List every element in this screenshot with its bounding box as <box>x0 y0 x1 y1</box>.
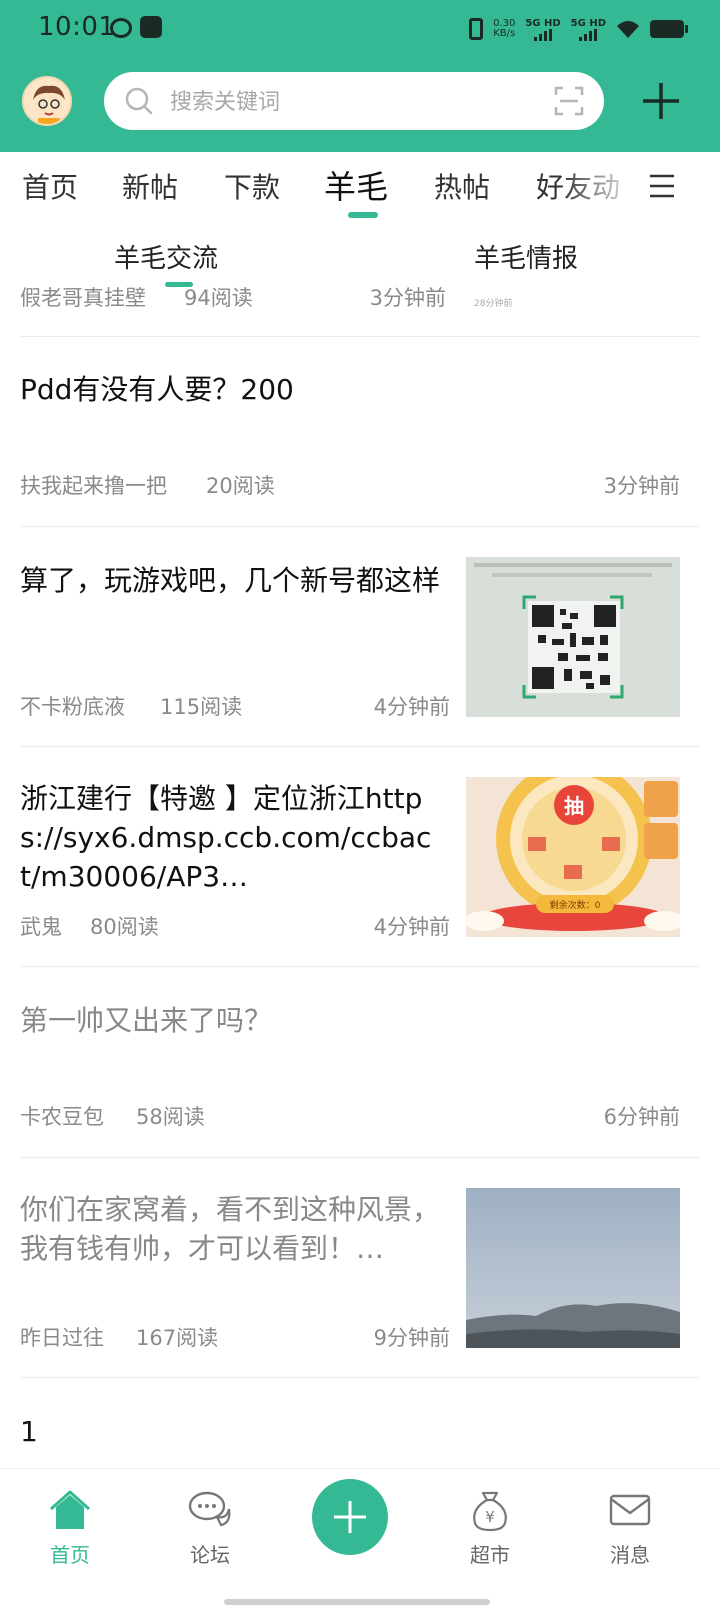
thumb-caption: 28分钟前 <box>474 299 513 309</box>
post-time: 4分钟前 <box>373 915 450 939</box>
post-title: 第一帅又出来了吗？ <box>20 1004 273 1037</box>
search-input[interactable] <box>168 82 532 122</box>
post-title: 你们在家窝着，看不到这种风景，我有钱有帅，才可以看到！… <box>20 1193 441 1265</box>
app-notification-icon <box>140 16 162 38</box>
nav-market-label: 超市 <box>470 1543 510 1567</box>
post-reads: 115阅读 <box>160 695 243 719</box>
wifi-icon <box>617 21 639 38</box>
bottom-nav: 首页 论坛 ¥ 超市 消息 <box>0 1468 720 1613</box>
post-reads: 20阅读 <box>206 474 275 498</box>
home-icon <box>49 1490 91 1529</box>
sub-tabs: 羊毛交流 羊毛情报 <box>0 224 720 287</box>
nav-forum-label: 论坛 <box>190 1543 230 1567</box>
subtab-wool-intel[interactable]: 羊毛情报 <box>474 238 578 275</box>
post-item[interactable]: 1 <box>20 1378 700 1468</box>
money-bag-icon: ¥ <box>473 1491 507 1532</box>
post-title: Pdd有没有人要？200 <box>20 373 294 406</box>
post-item[interactable]: 算了，玩游戏吧，几个新号都这样 不卡粉底液 115阅读 4分钟前 <box>20 527 700 747</box>
qr-code-image <box>466 557 680 717</box>
tabs-fade <box>560 152 640 224</box>
post-item[interactable]: 假老哥真挂壁 94阅读 3分钟前 28分钟前 <box>20 286 700 337</box>
post-item[interactable]: 你们在家窝着，看不到这种风景，我有钱有帅，才可以看到！… 昨日过往 167阅读 … <box>20 1158 700 1378</box>
post-time: 6分钟前 <box>603 1105 680 1129</box>
nav-messages-label: 消息 <box>610 1543 650 1567</box>
wheel-label: 抽 <box>564 794 584 818</box>
post-author: 卡农豆包 <box>20 1105 104 1129</box>
scan-icon[interactable] <box>554 86 584 116</box>
add-post-icon[interactable] <box>640 80 682 122</box>
signal-1-icon: 5G HD <box>525 17 561 41</box>
post-thumbnail <box>466 557 680 717</box>
net-speed: 0.30 KB/s <box>493 18 516 39</box>
app-header: 10:01 0.30 KB/s 5G HD 5G HD <box>0 0 720 152</box>
tab-home[interactable]: 首页 <box>22 166 78 206</box>
tab-new-posts[interactable]: 新帖 <box>122 166 178 206</box>
link-icon <box>110 18 132 38</box>
subtab-wool-exchange[interactable]: 羊毛交流 <box>114 238 218 275</box>
mail-icon <box>609 1494 651 1526</box>
tab-wool[interactable]: 羊毛 <box>324 162 388 208</box>
nav-market[interactable]: ¥ 超市 <box>440 1479 540 1568</box>
landscape-image <box>466 1188 680 1348</box>
menu-icon[interactable] <box>648 172 676 200</box>
nav-messages[interactable]: 消息 <box>580 1479 680 1568</box>
post-author: 昨日过往 <box>20 1326 104 1350</box>
post-author: 不卡粉底液 <box>20 695 125 719</box>
wheel-remaining: 剩余次数：0 <box>550 899 601 911</box>
category-tabs: 首页 新帖 下款 羊毛 热帖 好友动 <box>0 152 720 224</box>
tab-hot-posts[interactable]: 热帖 <box>434 166 490 206</box>
post-time: 4分钟前 <box>373 695 450 719</box>
vibrate-icon <box>469 18 484 40</box>
tab-loans[interactable]: 下款 <box>224 166 280 206</box>
post-reads: 94阅读 <box>184 286 253 310</box>
signal-2-label: 5G HD <box>570 17 606 29</box>
tab-indicator <box>348 212 378 218</box>
post-time: 3分钟前 <box>603 474 680 498</box>
post-reads: 167阅读 <box>136 1326 219 1350</box>
post-time: 9分钟前 <box>373 1326 450 1350</box>
create-post-button[interactable] <box>312 1479 388 1555</box>
status-time: 10:01 <box>38 12 116 42</box>
post-thumbnail <box>466 1188 680 1348</box>
post-title: 算了，玩游戏吧，几个新号都这样 <box>20 564 440 597</box>
search-icon <box>125 87 153 115</box>
post-thumbnail: 抽 剩余次数：0 <box>466 777 680 937</box>
post-title: 1 <box>20 1415 38 1448</box>
post-time: 3分钟前 <box>369 286 446 310</box>
svg-text:¥: ¥ <box>485 1508 495 1526</box>
post-author: 武鬼 <box>20 915 62 939</box>
post-item[interactable]: 浙江建行【特邀 】定位浙江https://syx6.dmsp.ccb.com/c… <box>20 747 700 967</box>
post-title: 浙江建行【特邀 】定位浙江https://syx6.dmsp.ccb.com/c… <box>20 782 432 893</box>
post-reads: 80阅读 <box>90 915 159 939</box>
battery-icon <box>650 20 688 38</box>
chat-bubble-icon <box>188 1491 231 1527</box>
status-indicators: 0.30 KB/s 5G HD 5G HD <box>469 14 688 44</box>
plus-icon <box>334 1501 366 1533</box>
post-reads: 58阅读 <box>136 1105 205 1129</box>
avatar[interactable] <box>22 76 72 126</box>
status-bar: 10:01 0.30 KB/s 5G HD 5G HD <box>0 0 720 56</box>
nav-home[interactable]: 首页 <box>20 1479 120 1568</box>
signal-2-icon: 5G HD <box>571 18 606 41</box>
nav-home-label: 首页 <box>50 1543 90 1567</box>
post-feed: 假老哥真挂壁 94阅读 3分钟前 28分钟前 Pdd有没有人要？200 扶我起来… <box>0 286 720 1468</box>
post-author: 假老哥真挂壁 <box>20 286 146 310</box>
post-item[interactable]: 第一帅又出来了吗？ 卡农豆包 58阅读 6分钟前 <box>20 967 700 1158</box>
avatar-image <box>33 85 65 124</box>
post-item[interactable]: Pdd有没有人要？200 扶我起来撸一把 20阅读 3分钟前 <box>20 336 700 527</box>
subtab-indicator <box>165 282 193 287</box>
search-bar[interactable] <box>104 72 604 130</box>
home-indicator[interactable] <box>224 1599 490 1605</box>
signal-1-label: 5G HD <box>525 17 561 29</box>
nav-forum[interactable]: 论坛 <box>160 1479 260 1568</box>
lottery-wheel-image: 抽 剩余次数：0 <box>466 777 680 937</box>
post-author: 扶我起来撸一把 <box>20 474 167 498</box>
